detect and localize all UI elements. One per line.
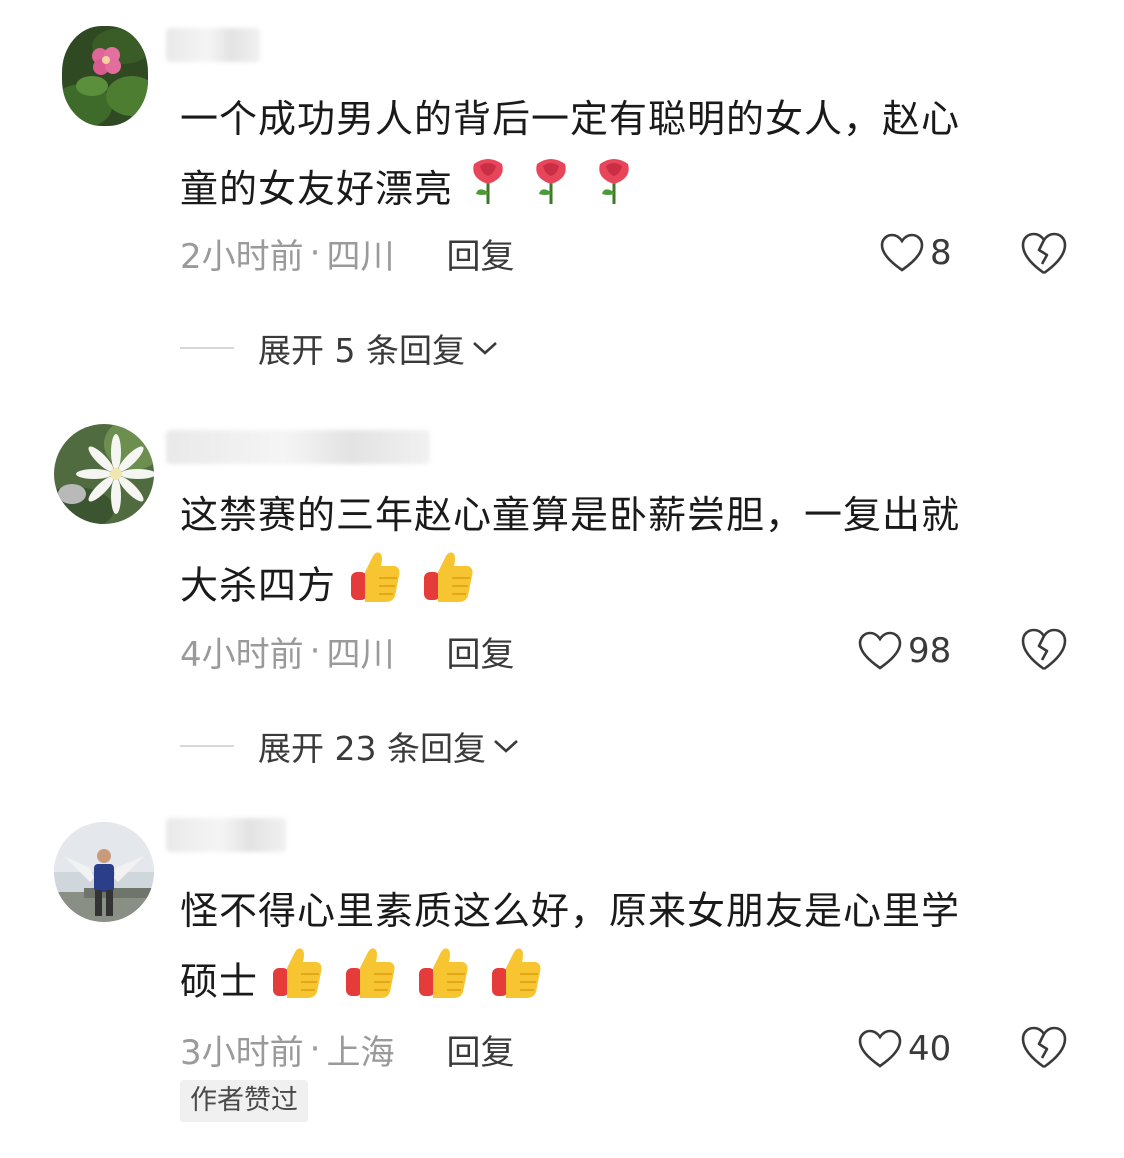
rose-emoji <box>529 156 573 228</box>
comment-text-line: 大杀四方 <box>180 550 1050 626</box>
avatar[interactable] <box>62 26 148 126</box>
comment-meta: 4小时前 · 四川 回复 <box>180 626 514 676</box>
comment-text-line: 怪不得心里素质这么好，原来女朋友是心里学 <box>180 889 961 933</box>
comment-location: 四川 <box>326 236 395 277</box>
username-redacted[interactable] <box>166 28 260 62</box>
comment-text-line: 一个成功男人的背后一定有聪明的女人，赵心 <box>180 97 961 141</box>
comment-text-line: 这禁赛的三年赵心童算是卧薪尝胆，一复出就 <box>180 493 961 537</box>
divider-line <box>180 347 234 349</box>
like-button[interactable]: 8 <box>880 228 952 278</box>
reply-button[interactable]: 回复 <box>446 229 514 278</box>
avatar[interactable] <box>54 822 154 922</box>
meta-separator: · <box>309 1029 321 1069</box>
reply-button[interactable]: 回复 <box>446 1025 514 1074</box>
chevron-down-icon <box>473 342 497 355</box>
rose-emoji <box>592 156 636 228</box>
expand-replies-label: 展开 23 条回复 <box>258 729 486 768</box>
thumbs-up-emoji <box>490 946 544 1022</box>
like-button[interactable]: 40 <box>858 1024 951 1074</box>
divider-line <box>180 745 234 747</box>
comment-text-line: 硕士 <box>180 946 1050 1022</box>
expand-replies-label: 展开 5 条回复 <box>258 331 465 370</box>
like-count: 8 <box>930 233 952 273</box>
comment-location: 上海 <box>326 1032 395 1073</box>
like-count: 40 <box>908 1029 952 1069</box>
comment-meta: 3小时前 · 上海 回复 <box>180 1024 514 1074</box>
meta-separator: · <box>309 631 321 671</box>
heart-icon <box>880 233 924 272</box>
reply-button[interactable]: 回复 <box>446 627 514 676</box>
broken-heart-icon[interactable] <box>1020 230 1068 278</box>
comment-time: 3小时前 <box>180 1032 304 1073</box>
author-liked-badge: 作者赞过 <box>180 1080 308 1122</box>
comment-text: 这禁赛的三年赵心童算是卧薪尝胆，一复出就 大杀四方 <box>180 480 1050 626</box>
broken-heart-icon[interactable] <box>1020 1024 1068 1072</box>
comment-meta: 2小时前 · 四川 回复 <box>180 228 514 278</box>
thumbs-up-emoji <box>349 550 403 626</box>
avatar[interactable] <box>54 424 154 524</box>
comment-text: 一个成功男人的背后一定有聪明的女人，赵心 童的女友好漂亮 <box>180 84 1050 228</box>
broken-heart-icon[interactable] <box>1020 626 1068 674</box>
like-count: 98 <box>908 631 952 671</box>
comment-time: 4小时前 <box>180 634 304 675</box>
expand-replies-button[interactable]: 展开 23 条回复 <box>180 722 520 770</box>
username-redacted[interactable] <box>166 818 286 852</box>
heart-icon <box>858 631 902 670</box>
like-button[interactable]: 98 <box>858 626 951 676</box>
thumbs-up-emoji <box>271 946 325 1022</box>
heart-icon <box>858 1029 902 1068</box>
expand-replies-button[interactable]: 展开 5 条回复 <box>180 324 499 372</box>
comment-text-line: 童的女友好漂亮 <box>180 154 1050 228</box>
meta-separator: · <box>309 233 321 273</box>
rose-emoji <box>466 156 510 228</box>
thumbs-up-emoji <box>344 946 398 1022</box>
comment-location: 四川 <box>326 634 395 675</box>
comment-time: 2小时前 <box>180 236 304 277</box>
thumbs-up-emoji <box>417 946 471 1022</box>
username-redacted[interactable] <box>166 430 430 464</box>
comment-text: 怪不得心里素质这么好，原来女朋友是心里学 硕士 <box>180 876 1050 1022</box>
thumbs-up-emoji <box>422 550 476 626</box>
chevron-down-icon <box>494 740 518 753</box>
